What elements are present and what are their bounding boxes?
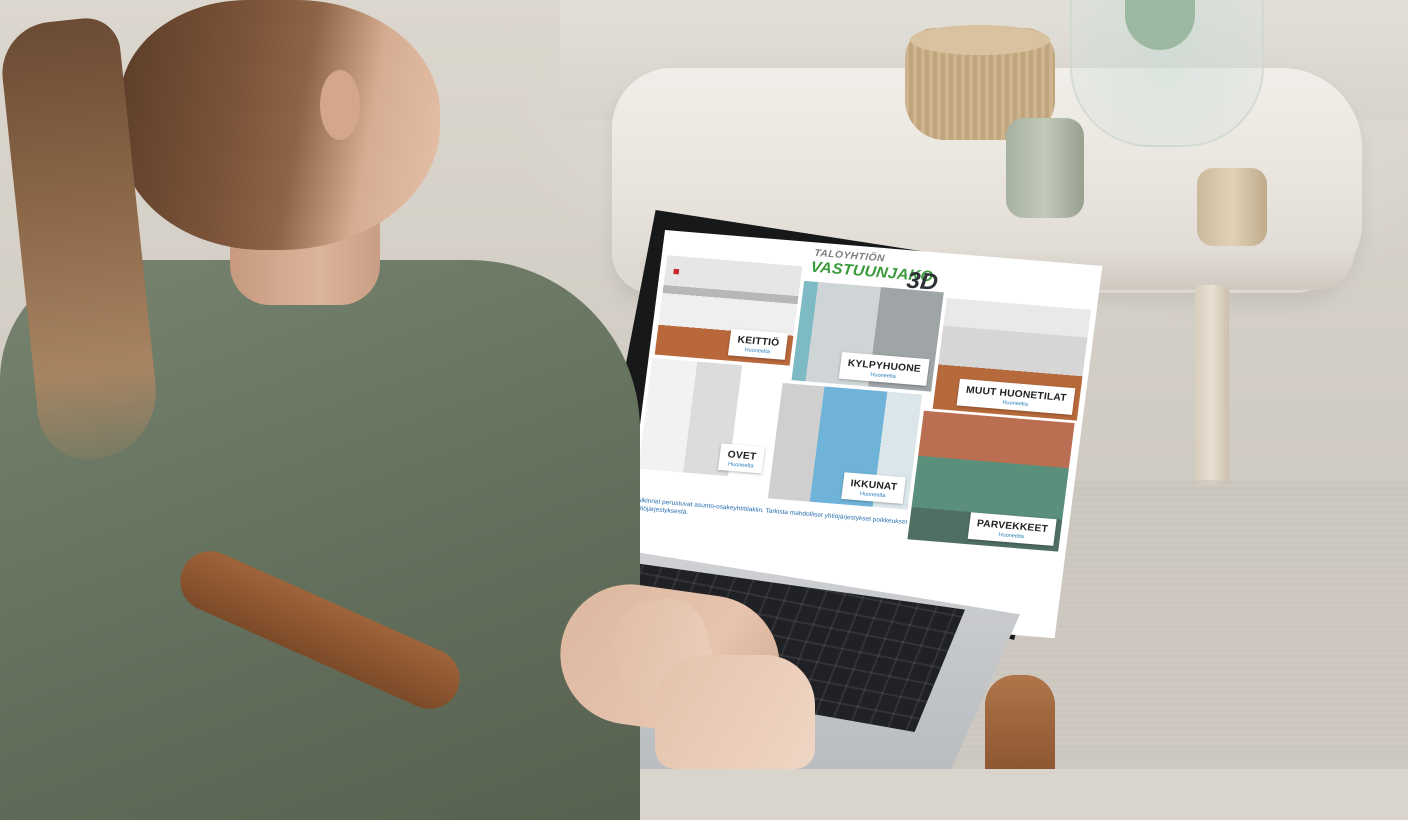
room-tile-kylpyhuone[interactable]: KYLPYHUONE Huoneelta xyxy=(791,280,944,392)
room-title: KEITTIÖ xyxy=(736,334,780,349)
room-card[interactable]: PARVEKKEET Huoneelta xyxy=(967,512,1057,546)
ear xyxy=(320,70,360,140)
room-card[interactable]: KEITTIÖ Huoneelta xyxy=(728,328,789,360)
room-card[interactable]: IKKUNAT Huoneelta xyxy=(841,472,906,504)
room-tile-ikkunat[interactable]: IKKUNAT Huoneelta xyxy=(767,382,923,510)
green-candle xyxy=(1006,118,1084,218)
room-tile-muut-huonetilat[interactable]: MUUT HUONETILAT Huoneelta xyxy=(932,297,1092,421)
chair-armrest xyxy=(985,675,1055,769)
table-leg xyxy=(1195,285,1229,485)
room-title: OVET xyxy=(726,449,757,463)
room-card[interactable]: KYLPYHUONE Huoneelta xyxy=(838,352,930,386)
basket-lid xyxy=(910,25,1050,55)
beige-candle xyxy=(1197,168,1267,246)
right-hand xyxy=(655,655,815,769)
room-subtitle: Huoneelta xyxy=(727,461,754,470)
head xyxy=(120,0,440,250)
room-subtitle: Huoneelta xyxy=(744,347,771,356)
room-card[interactable]: MUUT HUONETILAT Huoneelta xyxy=(956,378,1076,415)
room-card[interactable]: OVET Huoneelta xyxy=(718,443,766,474)
room-tile-parvekkeet[interactable]: PARVEKKEET Huoneelta xyxy=(907,410,1075,552)
